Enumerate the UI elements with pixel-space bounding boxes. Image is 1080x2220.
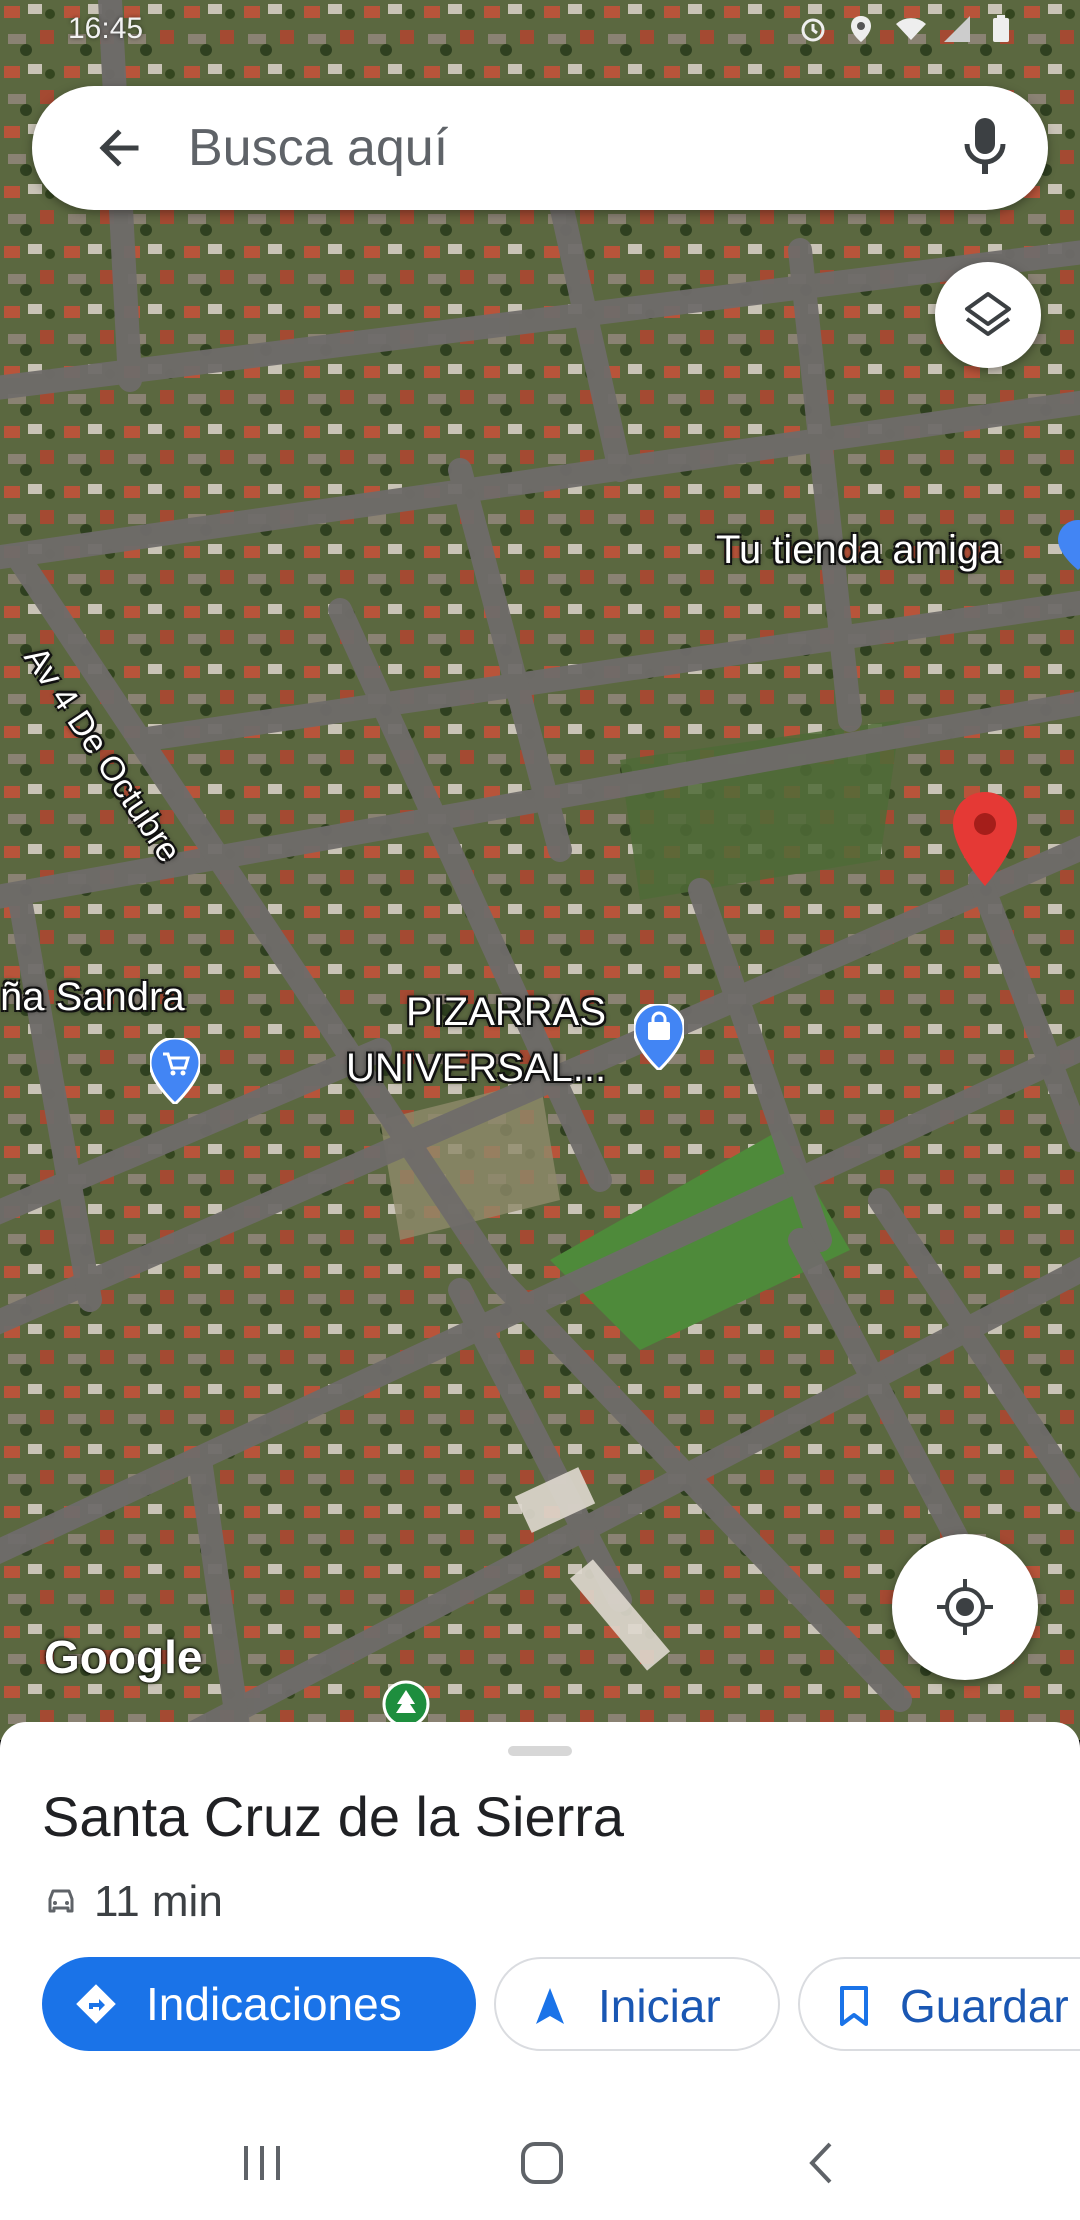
alarm-icon: [798, 14, 828, 44]
park-pin-icon[interactable]: [382, 1680, 430, 1728]
directions-label: Indicaciones: [146, 1978, 402, 2030]
google-logo: Google: [44, 1631, 203, 1683]
maps-screen: Av 4 De Octubre Tu tienda amiga ña Sandr…: [0, 0, 1080, 2220]
my-location-button[interactable]: [892, 1534, 1038, 1680]
directions-icon: [74, 1982, 118, 2026]
shopping-bag-pin-icon[interactable]: [634, 1004, 684, 1070]
drive-time: 11 min: [94, 1877, 223, 1926]
place-label-pizarras-1[interactable]: PIZARRAS: [406, 990, 606, 1035]
status-time: 16:45: [68, 12, 144, 45]
microphone-icon[interactable]: [962, 116, 1008, 178]
signal-icon: [942, 14, 972, 44]
search-bar[interactable]: Busca aquí: [32, 86, 1048, 210]
back-arrow-icon[interactable]: [94, 123, 144, 173]
layers-icon: [963, 290, 1013, 340]
layers-button[interactable]: [935, 262, 1041, 368]
system-nav-bar: [0, 2102, 1080, 2220]
location-icon: [846, 14, 876, 44]
back-nav-icon[interactable]: [792, 2138, 852, 2188]
map-imagery: [0, 0, 1080, 1740]
shopping-pin-icon[interactable]: [1058, 520, 1080, 570]
crosshair-icon: [935, 1577, 995, 1637]
place-label-sandra[interactable]: ña Sandra: [0, 975, 185, 1020]
save-button[interactable]: Guardar: [798, 1957, 1080, 2051]
place-label-tienda[interactable]: Tu tienda amiga: [716, 528, 1001, 573]
shopping-cart-pin-icon[interactable]: [150, 1038, 200, 1104]
start-label: Iniciar: [598, 1980, 721, 2032]
recent-apps-icon[interactable]: [232, 2138, 292, 2188]
place-bottom-sheet[interactable]: Santa Cruz de la Sierra 11 min Indicacio…: [0, 1722, 1080, 2102]
car-icon: [44, 1885, 78, 1919]
start-button[interactable]: Iniciar: [494, 1957, 780, 2051]
wifi-icon: [894, 14, 926, 44]
dropped-pin-icon[interactable]: [950, 790, 1020, 890]
bookmark-icon: [832, 1984, 876, 2028]
drive-time-row: 11 min: [44, 1872, 223, 1932]
status-icons: [798, 14, 1020, 44]
place-title: Santa Cruz de la Sierra: [42, 1785, 625, 1848]
search-input[interactable]: Busca aquí: [188, 118, 448, 178]
directions-button[interactable]: Indicaciones: [42, 1957, 476, 2051]
navigation-arrow-icon: [528, 1984, 572, 2028]
save-label: Guardar: [900, 1980, 1069, 2032]
sheet-drag-handle[interactable]: [508, 1746, 572, 1756]
status-bar: 16:45: [0, 0, 1080, 60]
battery-icon: [990, 14, 1020, 44]
place-label-pizarras-2[interactable]: UNIVERSAL...: [346, 1046, 606, 1091]
satellite-map[interactable]: Av 4 De Octubre Tu tienda amiga ña Sandr…: [0, 0, 1080, 1740]
home-icon[interactable]: [512, 2138, 572, 2188]
